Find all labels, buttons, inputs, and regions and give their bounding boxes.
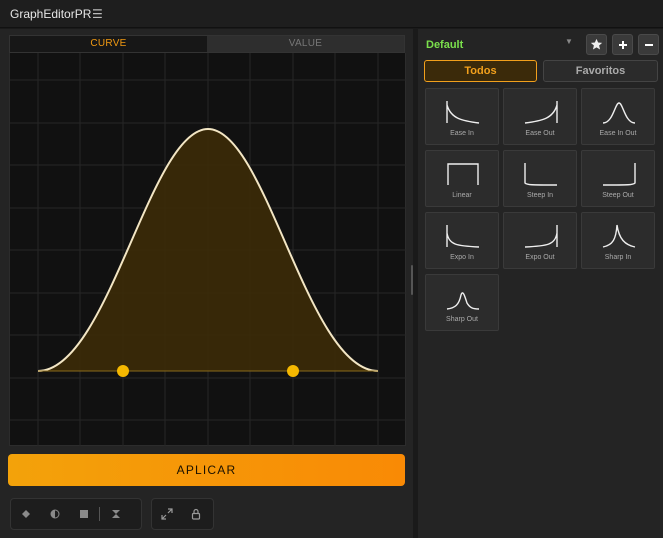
preset-ease-in[interactable]: Ease In: [425, 88, 499, 145]
preset-label: Steep Out: [602, 192, 634, 199]
preset-sharp-in[interactable]: Sharp In: [581, 212, 655, 269]
preset-label: Sharp In: [604, 254, 632, 261]
hamburger-icon[interactable]: ☰: [92, 7, 103, 21]
tab-value[interactable]: VALUE: [207, 36, 404, 52]
app-title: GraphEditorPR: [10, 7, 92, 21]
toolbar-divider: [99, 507, 100, 521]
ease-in-out-curve-icon: [602, 102, 636, 124]
preset-label: Expo In: [450, 254, 474, 261]
chevron-down-icon[interactable]: ▼: [565, 37, 573, 46]
view-tools: [151, 498, 214, 530]
preset-label: Sharp Out: [446, 316, 478, 323]
preset-label: Expo Out: [525, 254, 555, 261]
title-bar: GraphEditorPR ☰: [0, 0, 663, 28]
diamond-keyframe-icon[interactable]: [11, 500, 40, 528]
panel-splitter[interactable]: [411, 265, 413, 295]
preset-ease-out[interactable]: Ease Out: [503, 88, 577, 145]
expo-in-curve-icon: [446, 225, 480, 248]
preset-steep-in[interactable]: Steep In: [503, 150, 577, 207]
minus-icon: [644, 43, 653, 46]
curve-graph-canvas[interactable]: [10, 53, 407, 446]
sharp-out-curve-icon: [446, 292, 480, 310]
steep-in-curve-icon: [524, 163, 558, 186]
preset-label: Linear: [452, 192, 472, 199]
apply-button[interactable]: APLICAR: [8, 454, 405, 486]
hourglass-icon[interactable]: [101, 500, 130, 528]
steep-out-curve-icon: [602, 163, 636, 186]
preset-expo-in[interactable]: Expo In: [425, 212, 499, 269]
preset-label: Ease Out: [525, 130, 555, 137]
half-circle-icon[interactable]: [40, 500, 69, 528]
favorite-star-button[interactable]: [586, 34, 607, 55]
presets-panel: Default ▼ Todos Favoritos Ease In Ease O…: [417, 29, 663, 538]
lock-icon[interactable]: [181, 500, 210, 528]
preset-linear[interactable]: Linear: [425, 150, 499, 207]
curve-graph[interactable]: [9, 53, 407, 446]
preset-expo-out[interactable]: Expo Out: [503, 212, 577, 269]
square-icon[interactable]: [69, 500, 98, 528]
sharp-in-curve-icon: [602, 224, 636, 248]
filter-all-button[interactable]: Todos: [424, 60, 537, 82]
star-icon: [590, 38, 603, 50]
preset-label: Steep In: [526, 192, 554, 199]
remove-preset-button[interactable]: [638, 34, 659, 55]
keyframe-tools: [10, 498, 142, 530]
preset-label: Ease In Out: [599, 130, 637, 137]
filter-favorites-button[interactable]: Favoritos: [543, 60, 658, 82]
expo-out-curve-icon: [524, 225, 558, 248]
bezier-handle-left[interactable]: [117, 365, 129, 377]
linear-curve-icon: [447, 163, 479, 185]
preset-ease-in-out[interactable]: Ease In Out: [581, 88, 655, 145]
preset-dropdown[interactable]: Default: [426, 36, 576, 54]
preset-sharp-out[interactable]: Sharp Out: [425, 274, 499, 331]
plus-icon: [618, 40, 627, 49]
expand-icon[interactable]: [152, 500, 181, 528]
ease-out-curve-icon: [524, 101, 558, 124]
ease-in-curve-icon: [446, 101, 480, 124]
bezier-handle-right[interactable]: [287, 365, 299, 377]
add-preset-button[interactable]: [612, 34, 633, 55]
graph-tabs: CURVE VALUE: [9, 35, 405, 53]
preset-label: Ease In: [450, 130, 474, 137]
preset-steep-out[interactable]: Steep Out: [581, 150, 655, 207]
tab-curve[interactable]: CURVE: [10, 36, 207, 52]
graph-panel: CURVE VALUE APLICAR: [0, 29, 413, 538]
